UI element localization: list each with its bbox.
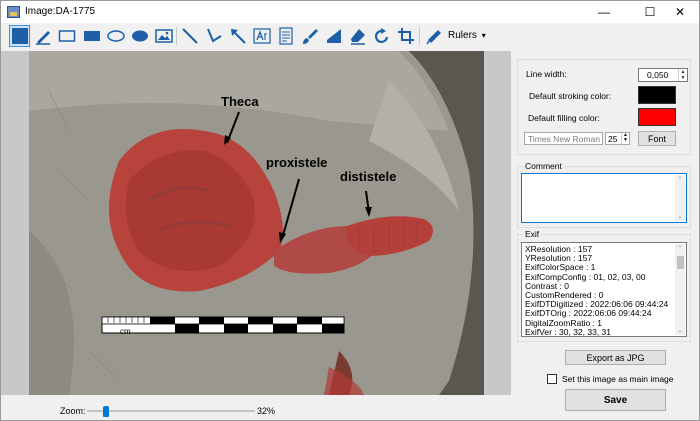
- scroll-down-icon[interactable]: ⌄: [675, 327, 685, 334]
- line-width-spinner[interactable]: ▲ ▼: [678, 69, 687, 81]
- brush-icon[interactable]: [299, 25, 320, 47]
- font-size-spinner[interactable]: ▲ ▼: [621, 133, 629, 144]
- main-image-checkbox[interactable]: [547, 374, 557, 384]
- image-icon[interactable]: [153, 25, 174, 47]
- rulers-dropdown[interactable]: Rulers ▾: [448, 30, 486, 41]
- zoom-label: Zoom:: [60, 406, 86, 416]
- fossil-photo[interactable]: Theca proxistele dististele cm: [29, 51, 484, 395]
- eraser-icon[interactable]: [347, 25, 368, 47]
- app-icon: [7, 6, 20, 18]
- ruler-pen-icon[interactable]: [423, 25, 444, 47]
- save-button[interactable]: Save: [565, 389, 666, 411]
- ellipse-filled-icon[interactable]: [129, 25, 150, 47]
- comment-scrollbar[interactable]: ⌃ ⌄: [675, 175, 685, 221]
- rectangle-outline-icon[interactable]: [56, 25, 77, 47]
- fill-color-label: Default filling color:: [528, 113, 600, 123]
- title-bar: Image:DA-1775 — ☐ ✕: [1, 1, 699, 23]
- notes-icon[interactable]: [275, 25, 296, 47]
- fill-color-swatch[interactable]: [638, 108, 676, 126]
- font-size-field[interactable]: 25 ▲ ▼: [605, 132, 630, 145]
- window-title: Image:DA-1775: [25, 6, 96, 17]
- stroke-color-swatch[interactable]: [638, 86, 676, 104]
- image-canvas-area[interactable]: Theca proxistele dististele cm: [1, 51, 511, 395]
- zoom-slider-thumb[interactable]: [103, 406, 109, 417]
- exif-line: ExifVer : 30, 32, 33, 31: [525, 326, 612, 337]
- scroll-down-icon[interactable]: ⌄: [675, 213, 685, 220]
- export-jpg-button[interactable]: Export as JPG: [565, 350, 666, 365]
- zoom-slider-track: [87, 410, 255, 412]
- chevron-down-icon: ▾: [481, 31, 486, 40]
- font-button[interactable]: Font: [638, 131, 676, 146]
- image-editor-window: Image:DA-1775 — ☐ ✕ Rulers ▾ Theca proxi…: [0, 0, 700, 421]
- stroke-color-label: Default stroking color:: [529, 91, 612, 101]
- label-proxistele: proxistele: [266, 155, 328, 170]
- rulers-label: Rulers: [448, 30, 477, 41]
- line-width-value: 0,050: [647, 70, 669, 80]
- rectangle-filled-icon[interactable]: [81, 25, 102, 47]
- zoom-value: 32%: [257, 406, 276, 416]
- selection-rectangle-icon[interactable]: [9, 25, 30, 47]
- comment-textarea[interactable]: ⌃ ⌄: [521, 173, 687, 223]
- minimize-button[interactable]: —: [585, 1, 623, 23]
- line-width-input[interactable]: 0,050 ▲ ▼: [638, 68, 688, 82]
- exif-scroll-thumb[interactable]: [677, 256, 684, 269]
- line-icon[interactable]: [179, 25, 200, 47]
- main-image-label: Set this image as main image: [562, 374, 674, 384]
- font-name-field[interactable]: Times New Roman: [524, 132, 603, 145]
- fill-shape-icon[interactable]: [323, 25, 344, 47]
- scroll-up-icon[interactable]: ⌃: [675, 245, 685, 252]
- close-button[interactable]: ✕: [661, 1, 699, 23]
- toolbar-separator: [176, 27, 177, 45]
- label-theca: Theca: [221, 94, 259, 109]
- exif-list: XResolution : 157 YResolution : 157 Exif…: [525, 245, 675, 337]
- exif-scrollbar[interactable]: ⌃ ⌄: [675, 244, 685, 335]
- font-size-value: 25: [608, 134, 618, 144]
- label-dististele: dististele: [340, 169, 397, 184]
- text-box-icon[interactable]: [251, 25, 272, 47]
- polyline-icon[interactable]: [203, 25, 224, 47]
- pen-icon[interactable]: [32, 25, 53, 47]
- comment-title: Comment: [523, 161, 564, 171]
- scale-bar: [101, 316, 345, 334]
- crop-icon[interactable]: [395, 25, 416, 47]
- exif-title: Exif: [523, 229, 542, 239]
- exif-textarea[interactable]: XResolution : 157 YResolution : 157 Exif…: [521, 242, 687, 337]
- rotate-icon[interactable]: [371, 25, 392, 47]
- toolbar: Rulers ▾: [1, 23, 699, 51]
- zoom-slider[interactable]: [87, 406, 255, 417]
- toolbar-separator: [419, 27, 420, 45]
- line-width-label: Line width:: [526, 69, 567, 79]
- arrow-icon[interactable]: [227, 25, 248, 47]
- scale-unit-label: cm: [120, 327, 131, 336]
- scroll-up-icon[interactable]: ⌃: [675, 176, 685, 183]
- ellipse-outline-icon[interactable]: [105, 25, 126, 47]
